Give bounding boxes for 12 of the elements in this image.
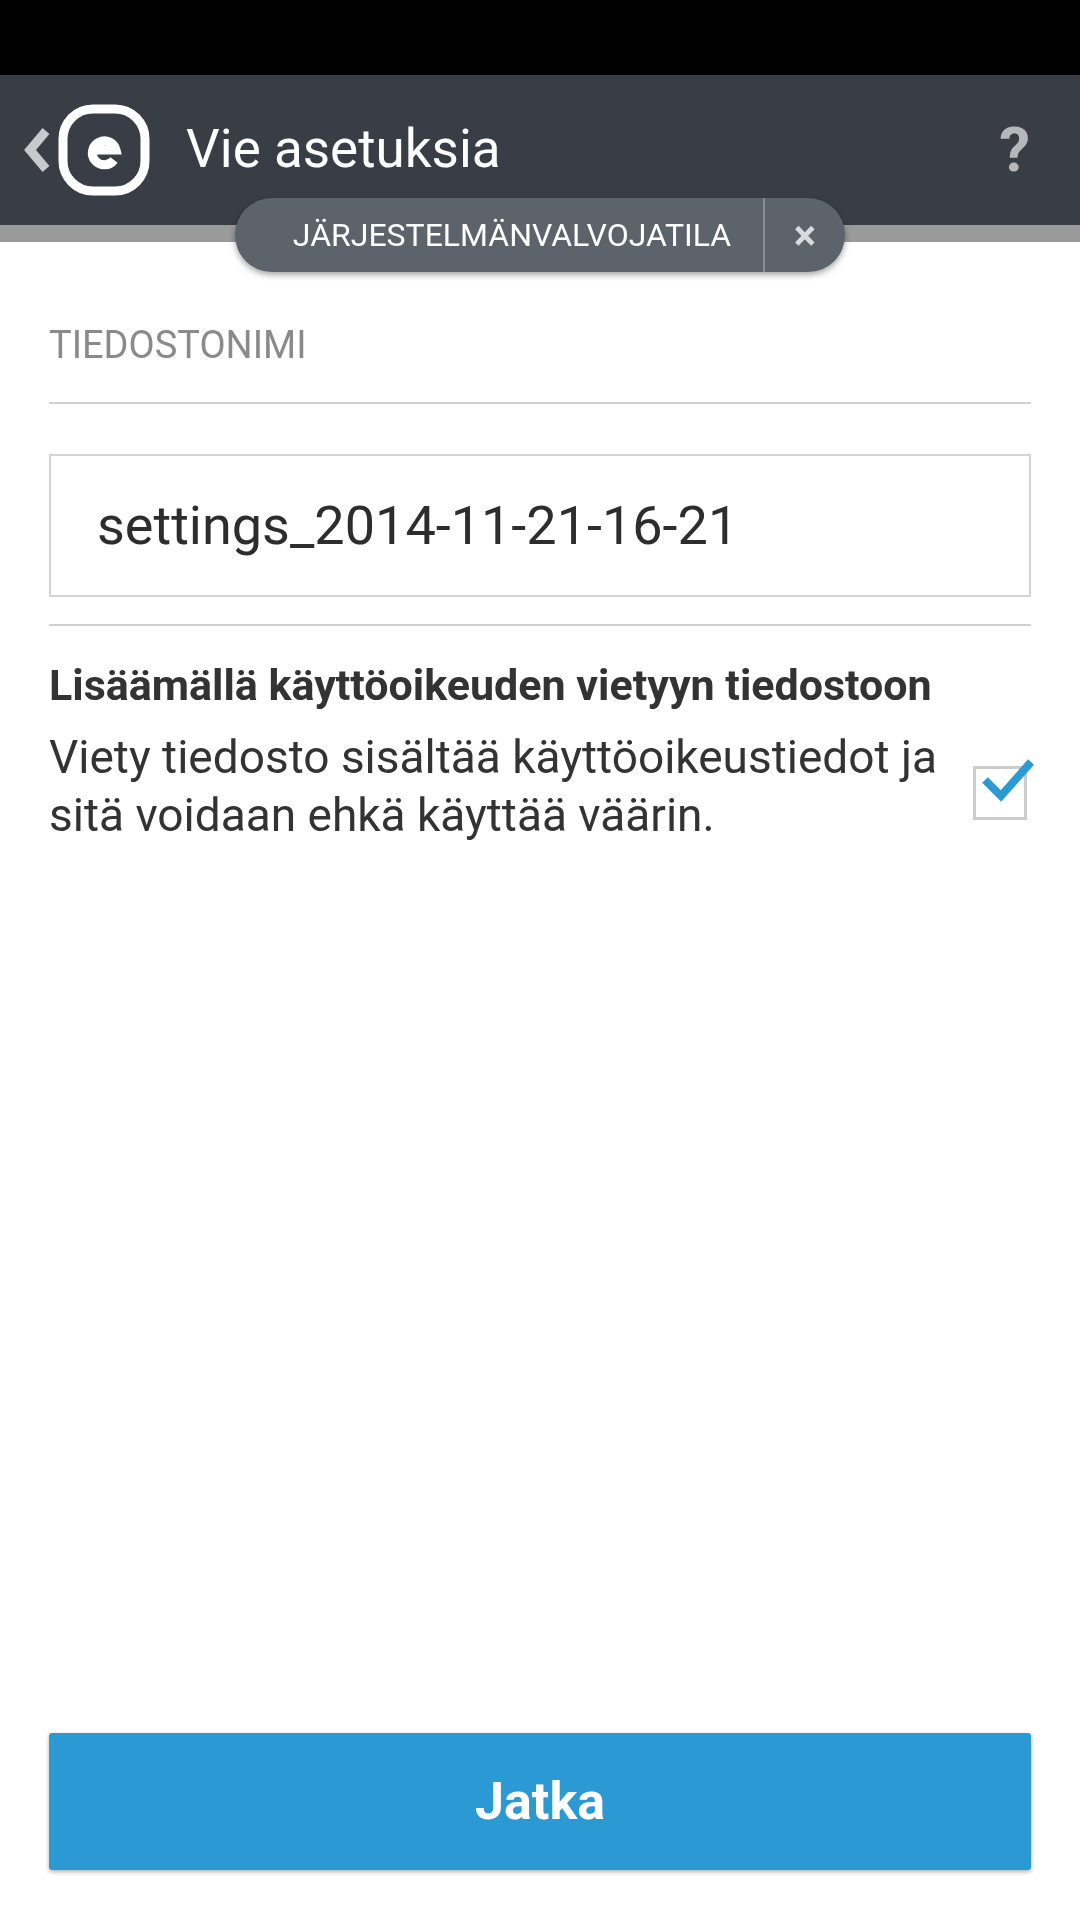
- field-label: TIEDOSTONIMI: [49, 322, 308, 369]
- admin-mode-label: JÄRJESTELMÄNVALVOJATILA: [291, 215, 733, 256]
- back-chevron-icon: [22, 127, 52, 173]
- logo-icon: [58, 104, 150, 196]
- continue-button[interactable]: Jatka: [49, 1733, 1031, 1870]
- filename-input[interactable]: settings_2014-11-21-16-21: [49, 454, 1031, 597]
- help-button[interactable]: ?: [999, 119, 1030, 181]
- screen-title: Vie asetuksia: [186, 117, 502, 183]
- close-button[interactable]: ×: [765, 198, 845, 272]
- option-title: Lisäämällä käyttöoikeuden vietyyn tiedostoon: [49, 659, 933, 712]
- back-button[interactable]: [22, 104, 150, 196]
- option-description: Viety tiedosto sisältää käyttöoikeustiedot ja sitä voidaan ehkä käyttää väärin.: [49, 729, 938, 844]
